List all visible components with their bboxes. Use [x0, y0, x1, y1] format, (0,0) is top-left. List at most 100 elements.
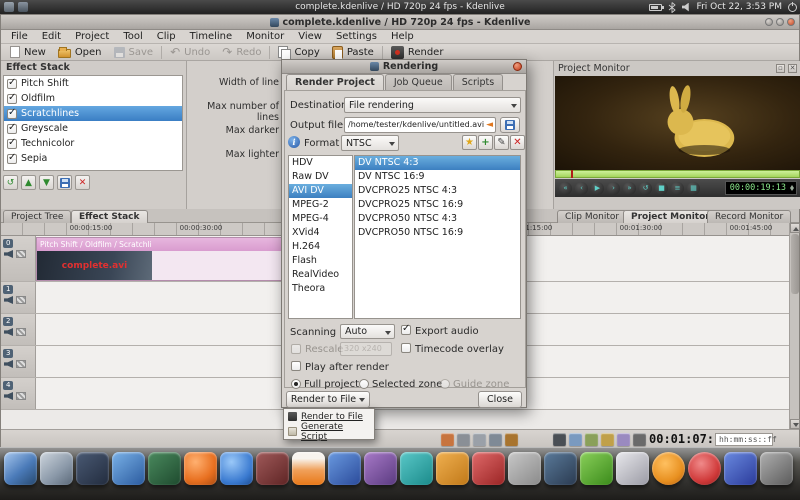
preferences-icon[interactable] [760, 452, 793, 485]
effect-row[interactable]: Pitch Shift [4, 76, 182, 91]
menu-item-generate-script[interactable]: Generate Script [284, 424, 374, 439]
disk-utility-icon[interactable] [724, 452, 757, 485]
list-item[interactable]: HDV [289, 156, 352, 170]
mute-track-icon[interactable] [4, 392, 13, 400]
full-project-radio[interactable] [291, 379, 301, 389]
close-panel-icon[interactable]: ✕ [788, 64, 797, 73]
tab-project-monitor[interactable]: Project Monitor [623, 210, 718, 223]
applications-menu-icon[interactable] [4, 2, 14, 12]
timeline-scrollbar[interactable] [789, 223, 799, 429]
window-list-icon[interactable] [18, 2, 28, 12]
menu-tool[interactable]: Tool [116, 30, 149, 44]
track-header[interactable]: 0 [1, 236, 36, 281]
delete-profile-icon[interactable]: ✕ [510, 135, 525, 150]
undo-button[interactable]: ↶Undo [164, 45, 216, 60]
tab-record-monitor[interactable]: Record Monitor [707, 210, 791, 223]
media-player-icon[interactable] [256, 452, 289, 485]
dialog-close-action-button[interactable]: Close [478, 391, 522, 408]
text-editor-icon[interactable] [148, 452, 181, 485]
maximize-button[interactable] [776, 18, 784, 26]
redo-button[interactable]: ↷Redo [216, 45, 267, 60]
tab-clip-monitor[interactable]: Clip Monitor [557, 210, 627, 223]
menu-clip[interactable]: Clip [150, 30, 183, 44]
clear-field-icon[interactable]: ◄ [486, 118, 493, 132]
scroll-up-icon[interactable] [790, 223, 800, 233]
list-item[interactable]: DVCPRO50 NTSC 16:9 [355, 226, 520, 240]
tab-job-queue[interactable]: Job Queue [385, 74, 452, 91]
list-item[interactable]: H.264 [289, 240, 352, 254]
play-after-render-checkbox[interactable] [291, 361, 301, 371]
export-audio-checkbox[interactable] [401, 325, 411, 335]
add-profile-icon[interactable]: + [478, 135, 493, 150]
browse-save-button[interactable] [500, 117, 520, 133]
audio-thumbnails-icon[interactable] [505, 433, 518, 446]
list-item[interactable]: DVCPRO25 NTSC 16:9 [355, 198, 520, 212]
render-to-file-button[interactable]: Render to File [286, 391, 370, 408]
menu-edit[interactable]: Edit [35, 30, 68, 44]
list-item[interactable]: Raw DV [289, 170, 352, 184]
video-preview[interactable] [555, 76, 800, 170]
mute-track-icon[interactable] [4, 328, 13, 336]
delete-effect-icon[interactable]: ✕ [75, 175, 90, 190]
clock[interactable]: Fri Oct 22, 3:53 PM [697, 2, 782, 12]
recorder-icon[interactable] [688, 452, 721, 485]
menu-file[interactable]: File [4, 30, 35, 44]
nvidia-settings-icon[interactable] [580, 452, 613, 485]
power-icon[interactable] [788, 3, 797, 12]
menu-view[interactable]: View [291, 30, 329, 44]
save-effect-icon[interactable] [57, 175, 72, 190]
effect-row[interactable]: Sepia [4, 151, 182, 166]
menu-monitor[interactable]: Monitor [239, 30, 291, 44]
fit-zoom-icon[interactable] [585, 433, 598, 446]
tab-scripts[interactable]: Scripts [453, 74, 504, 91]
copy-button[interactable]: Copy [272, 45, 325, 60]
dialog-titlebar[interactable]: Rendering [282, 60, 526, 74]
playhead-marker[interactable] [571, 170, 573, 178]
play-button[interactable]: ▶ [591, 182, 604, 195]
tab-render-project[interactable]: Render Project [286, 74, 384, 91]
tab-project-tree[interactable]: Project Tree [3, 210, 71, 223]
thumbnails-button[interactable]: ▦ [687, 182, 700, 195]
list-item-selected[interactable]: AVI DV [289, 184, 352, 198]
firefox-icon[interactable] [184, 452, 217, 485]
paste-button[interactable]: Paste [326, 45, 380, 60]
info-icon[interactable]: i [288, 136, 300, 148]
reset-effect-icon[interactable]: ↺ [3, 175, 18, 190]
selected-zone-radio[interactable] [359, 379, 369, 389]
zoom-out-icon[interactable] [601, 433, 614, 446]
scanning-combo[interactable]: Auto [340, 324, 395, 339]
utilities-icon[interactable] [616, 452, 649, 485]
track-header[interactable]: 4 [1, 378, 36, 409]
effect-checkbox[interactable] [7, 109, 17, 119]
lock-track-icon[interactable] [16, 328, 26, 336]
track-header[interactable]: 3 [1, 346, 36, 377]
guide-zone-radio[interactable] [440, 379, 450, 389]
effect-checkbox[interactable] [7, 139, 17, 149]
lock-track-icon[interactable] [16, 250, 26, 258]
selection-tool-icon[interactable] [441, 433, 454, 446]
close-button[interactable] [787, 18, 795, 26]
monitor-timecode[interactable]: 00:00:19:13 [725, 181, 797, 195]
rewind-button[interactable]: ‹ [575, 182, 588, 195]
lock-track-icon[interactable] [16, 392, 26, 400]
zone-end-button[interactable]: » [623, 182, 636, 195]
docky-anchor-icon[interactable] [4, 452, 37, 485]
edit-profile-icon[interactable]: ✎ [494, 135, 509, 150]
rescale-checkbox[interactable] [291, 344, 301, 354]
minimize-button[interactable] [765, 18, 773, 26]
tab-effect-stack[interactable]: Effect Stack [71, 210, 148, 223]
favorite-profile-icon[interactable]: ★ [462, 135, 477, 150]
output-file-input[interactable]: /home/tester/kdenlive/untitled.avi◄ [344, 117, 496, 133]
lock-track-icon[interactable] [16, 296, 26, 304]
menu-help[interactable]: Help [384, 30, 421, 44]
track-header[interactable]: 2 [1, 314, 36, 345]
move-effect-up-icon[interactable]: ▲ [21, 175, 36, 190]
scrollbar-thumb[interactable] [791, 234, 799, 294]
list-item[interactable]: MPEG-4 [289, 212, 352, 226]
window-titlebar[interactable]: complete.kdenlive / HD 720p 24 fps - Kde… [1, 15, 799, 30]
monitor-menu-button[interactable]: ≡ [671, 182, 684, 195]
timecode-format-box[interactable]: hh:mm:ss::ff [715, 433, 773, 446]
file-manager-icon[interactable] [40, 452, 73, 485]
forward-button[interactable]: › [607, 182, 620, 195]
system-monitor-icon[interactable] [544, 452, 577, 485]
